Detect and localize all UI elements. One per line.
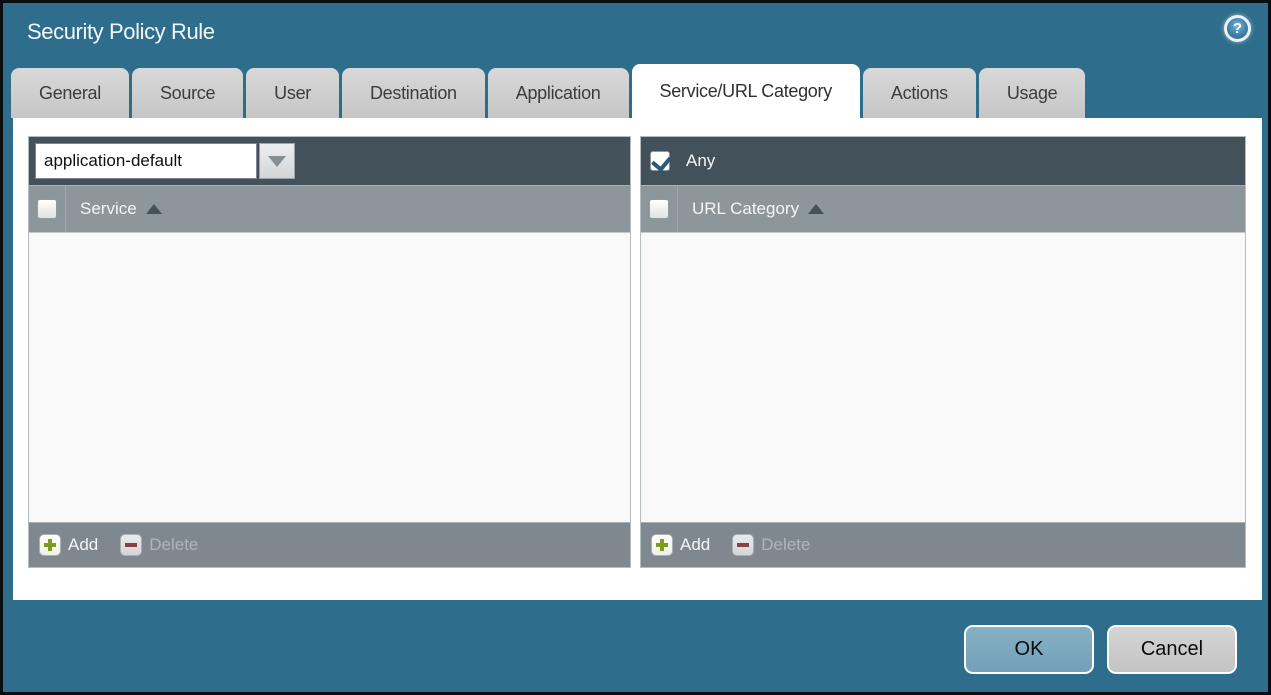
url-category-table-header: URL Category [641, 185, 1245, 233]
url-category-footer: Add Delete [641, 522, 1245, 567]
tab-application[interactable]: Application [487, 68, 629, 118]
service-column-header[interactable]: Service [80, 199, 162, 219]
service-footer: Add Delete [29, 522, 630, 567]
service-select-all-cell [29, 186, 66, 232]
tab-destination[interactable]: Destination [341, 68, 485, 118]
dialog-footer: OK Cancel [964, 625, 1237, 674]
any-checkbox-label: Any [686, 151, 716, 170]
security-policy-rule-dialog: Security Policy Rule ? General Source Us… [0, 0, 1271, 695]
url-category-add-button[interactable]: Add [651, 534, 710, 556]
add-button-label: Add [680, 535, 711, 554]
url-category-list [641, 233, 1245, 522]
chevron-down-icon [268, 155, 286, 167]
service-delete-button[interactable]: Delete [120, 534, 198, 556]
service-select-all-checkbox[interactable] [37, 199, 57, 219]
url-category-column-label: URL Category [692, 199, 800, 218]
service-type-dropdown [35, 143, 295, 179]
sort-ascending-icon [145, 204, 162, 214]
tab-content: Service Add Delete Any [13, 118, 1262, 600]
url-category-delete-button[interactable]: Delete [732, 534, 810, 556]
tab-bar: General Source User Destination Applicat… [11, 64, 1268, 118]
service-type-dropdown-button[interactable] [259, 143, 295, 179]
service-toolbar [29, 137, 630, 185]
minus-icon [120, 534, 143, 556]
plus-icon [39, 534, 61, 556]
tab-user[interactable]: User [246, 68, 339, 118]
help-icon[interactable]: ? [1224, 15, 1251, 42]
service-panel: Service Add Delete [28, 136, 631, 568]
delete-button-label: Delete [149, 535, 199, 554]
service-add-button[interactable]: Add [39, 534, 98, 556]
url-category-panel: Any URL Category Add Delete [640, 136, 1246, 568]
title-bar: Security Policy Rule ? [3, 3, 1268, 61]
url-category-column-header[interactable]: URL Category [692, 199, 825, 219]
plus-icon [651, 534, 673, 556]
tab-general[interactable]: General [11, 68, 129, 118]
url-category-select-all-checkbox[interactable] [649, 199, 669, 219]
tab-source[interactable]: Source [131, 68, 244, 118]
add-button-label: Add [68, 535, 99, 554]
delete-button-label: Delete [761, 535, 811, 554]
url-category-select-all-cell [641, 186, 678, 232]
service-column-label: Service [80, 199, 137, 218]
ok-button[interactable]: OK [964, 625, 1094, 674]
service-type-input[interactable] [35, 143, 257, 179]
minus-icon [732, 534, 755, 556]
service-list [29, 233, 630, 522]
url-category-toolbar: Any [641, 137, 1245, 185]
any-checkbox[interactable] [650, 151, 670, 171]
sort-ascending-icon [808, 204, 825, 214]
tab-actions[interactable]: Actions [862, 68, 976, 118]
tab-usage[interactable]: Usage [978, 68, 1086, 118]
tab-service-url-category[interactable]: Service/URL Category [631, 64, 860, 118]
service-table-header: Service [29, 185, 630, 233]
cancel-button[interactable]: Cancel [1107, 625, 1237, 674]
dialog-title: Security Policy Rule [27, 19, 215, 44]
